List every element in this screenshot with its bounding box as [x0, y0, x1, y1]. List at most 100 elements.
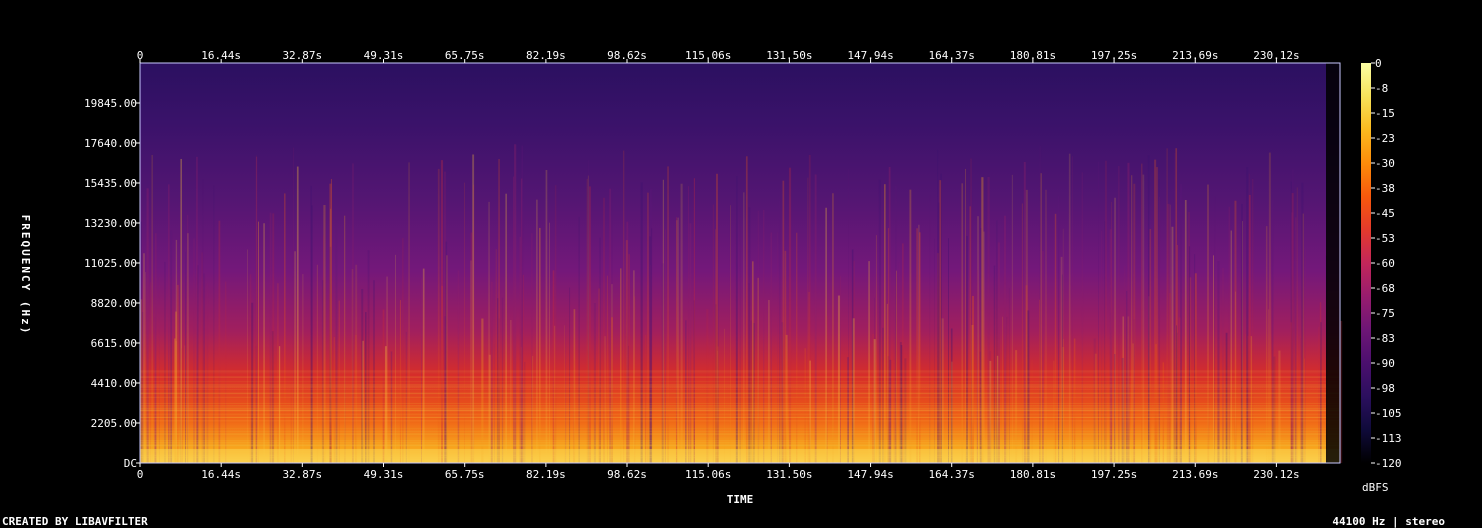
y-tick-label: 15435.00: [84, 177, 137, 190]
spectrogram-streak: [971, 190, 973, 463]
colorbar-tick-label: -83: [1375, 332, 1395, 345]
x-tick-label-bottom: 180.81s: [1010, 468, 1056, 481]
spectrogram-streak: [603, 197, 605, 464]
spectrogram-harmonic: [140, 372, 1340, 374]
spectrogram-harmonic: [140, 440, 1340, 442]
spectrogram-streak: [1118, 165, 1120, 463]
x-tick-label-top: 213.69s: [1172, 49, 1218, 62]
spectrogram-streak: [329, 183, 332, 464]
spectrogram-streak: [607, 275, 608, 463]
spectrogram-streak: [545, 169, 548, 463]
spectrogram-streak: [825, 207, 827, 463]
x-tick-label-top: 98.62s: [607, 49, 647, 62]
x-tick-label-top: 180.81s: [1010, 49, 1056, 62]
spectrogram-streak: [164, 261, 166, 463]
spectrogram-streak: [177, 284, 179, 463]
spectrogram-streak: [1271, 200, 1274, 463]
spectrogram-streak: [536, 199, 538, 464]
x-tick-label-top: 49.31s: [364, 49, 404, 62]
spectrogram-streak: [352, 163, 354, 464]
spectrogram-streak: [1240, 218, 1243, 463]
spectrogram-streak: [640, 182, 643, 463]
spectrogram-streak: [898, 262, 900, 463]
spectrogram-streak: [1217, 261, 1220, 463]
spectrogram-streak: [680, 183, 683, 463]
x-tick-label-bottom: 115.06s: [685, 468, 731, 481]
x-tick-label-top: 131.50s: [766, 49, 812, 62]
spectrogram-streak: [1068, 153, 1071, 463]
spectrogram-harmonic: [140, 371, 1340, 373]
spectrogram-streak: [513, 176, 514, 463]
x-axis-label: TIME: [727, 493, 754, 506]
x-tick-label-bottom: 147.94s: [847, 468, 893, 481]
x-axis-bottom: 0 16.44s 32.87s 49.31s 65.75s 82.19s 98.62s 115…: [137, 463, 1300, 481]
spectrogram-harmonic: [140, 420, 1340, 421]
spectrogram-streak: [902, 243, 904, 463]
spectrogram-streak: [664, 229, 666, 463]
spectrogram-streak: [739, 208, 741, 463]
spectrogram-harmonic: [140, 405, 1340, 406]
spectrogram-streak: [437, 168, 440, 464]
colorbar-tick-label: -30: [1375, 157, 1395, 170]
spectrogram-streak: [1294, 230, 1297, 463]
spectrogram-streak: [1246, 167, 1249, 463]
colorbar-tick-label: 0: [1375, 57, 1382, 70]
spectrogram-streak: [1008, 288, 1010, 463]
spectrogram-harmonic: [140, 376, 1340, 378]
x-tick-label-top: 197.25s: [1091, 49, 1137, 62]
spectrogram-streak: [884, 184, 886, 464]
spectrogram-bass-band: [140, 449, 1340, 463]
x-tick-label-bottom: 230.12s: [1253, 468, 1299, 481]
spectrogram-streak: [649, 236, 652, 463]
spectrogram-streak: [225, 281, 227, 463]
spectrogram-streak: [839, 276, 841, 463]
spectrogram-streak: [218, 220, 221, 463]
spectrogram-streak: [948, 238, 949, 463]
spectrogram-harmonic: [140, 408, 1340, 410]
x-tick-label-top: 32.87s: [282, 49, 322, 62]
spectrogram-streak: [886, 303, 888, 463]
colorbar-tick-label: -53: [1375, 232, 1395, 245]
spectrogram-streak: [1228, 206, 1231, 463]
spectrogram-streak: [1245, 334, 1246, 463]
spectrogram-harmonic: [140, 432, 1340, 434]
spectrogram-streak: [676, 220, 678, 463]
colorbar-ticks: 0 -8 -15 -23 -30 -38 -45 -53 -60 -68 -75 -83 -90 -98 -…: [1371, 57, 1402, 470]
y-tick-label: 11025.00: [84, 257, 137, 270]
spectrogram-harmonic: [140, 437, 1340, 439]
spectrogram-streak: [1291, 169, 1294, 463]
spectrogram-streak: [832, 193, 834, 463]
spectrogram-streak: [598, 288, 600, 463]
spectrogram-harmonic: [140, 442, 1340, 444]
spectrogram-harmonic: [140, 433, 1340, 435]
x-tick-label-bottom: 164.37s: [929, 468, 975, 481]
spectrogram-streak: [593, 303, 596, 463]
spectrogram-streak: [712, 204, 714, 464]
spectrogram-streak: [620, 268, 622, 463]
spectrogram-streak: [490, 281, 493, 463]
spectrogram-streak: [1003, 215, 1007, 463]
spectrogram-streak: [578, 216, 580, 463]
x-tick-label-top: 16.44s: [201, 49, 241, 62]
spectrogram-streak: [251, 302, 254, 463]
colorbar-tick-label: -15: [1375, 107, 1395, 120]
x-tick-label-top: 164.37s: [929, 49, 975, 62]
spectrogram-streak: [333, 336, 335, 463]
colorbar-tick-label: -38: [1375, 182, 1395, 195]
spectrogram-streak: [1171, 226, 1174, 463]
spectrogram-streak: [1060, 256, 1063, 463]
spectrogram-streak: [997, 242, 1000, 463]
spectrogram-streak: [1268, 309, 1270, 463]
spectrogram-harmonic: [140, 384, 1340, 386]
spectrogram-streak: [1104, 221, 1106, 463]
y-tick-label: 4410.00: [91, 377, 137, 390]
x-tick-label-bottom: 131.50s: [766, 468, 812, 481]
colorbar-tick-label: -105: [1375, 407, 1402, 420]
y-tick-label: 17640.00: [84, 137, 137, 150]
x-axis-top: 0 16.44s 32.87s 49.31s 65.75s 82.19s 98.62s 115…: [137, 49, 1300, 63]
spectrogram-streak: [626, 221, 629, 463]
spectrogram-silence: [1326, 63, 1340, 463]
spectrogram-streak: [382, 309, 385, 463]
x-tick-label-bottom: 197.25s: [1091, 468, 1137, 481]
x-tick-label-bottom: 65.75s: [445, 468, 485, 481]
